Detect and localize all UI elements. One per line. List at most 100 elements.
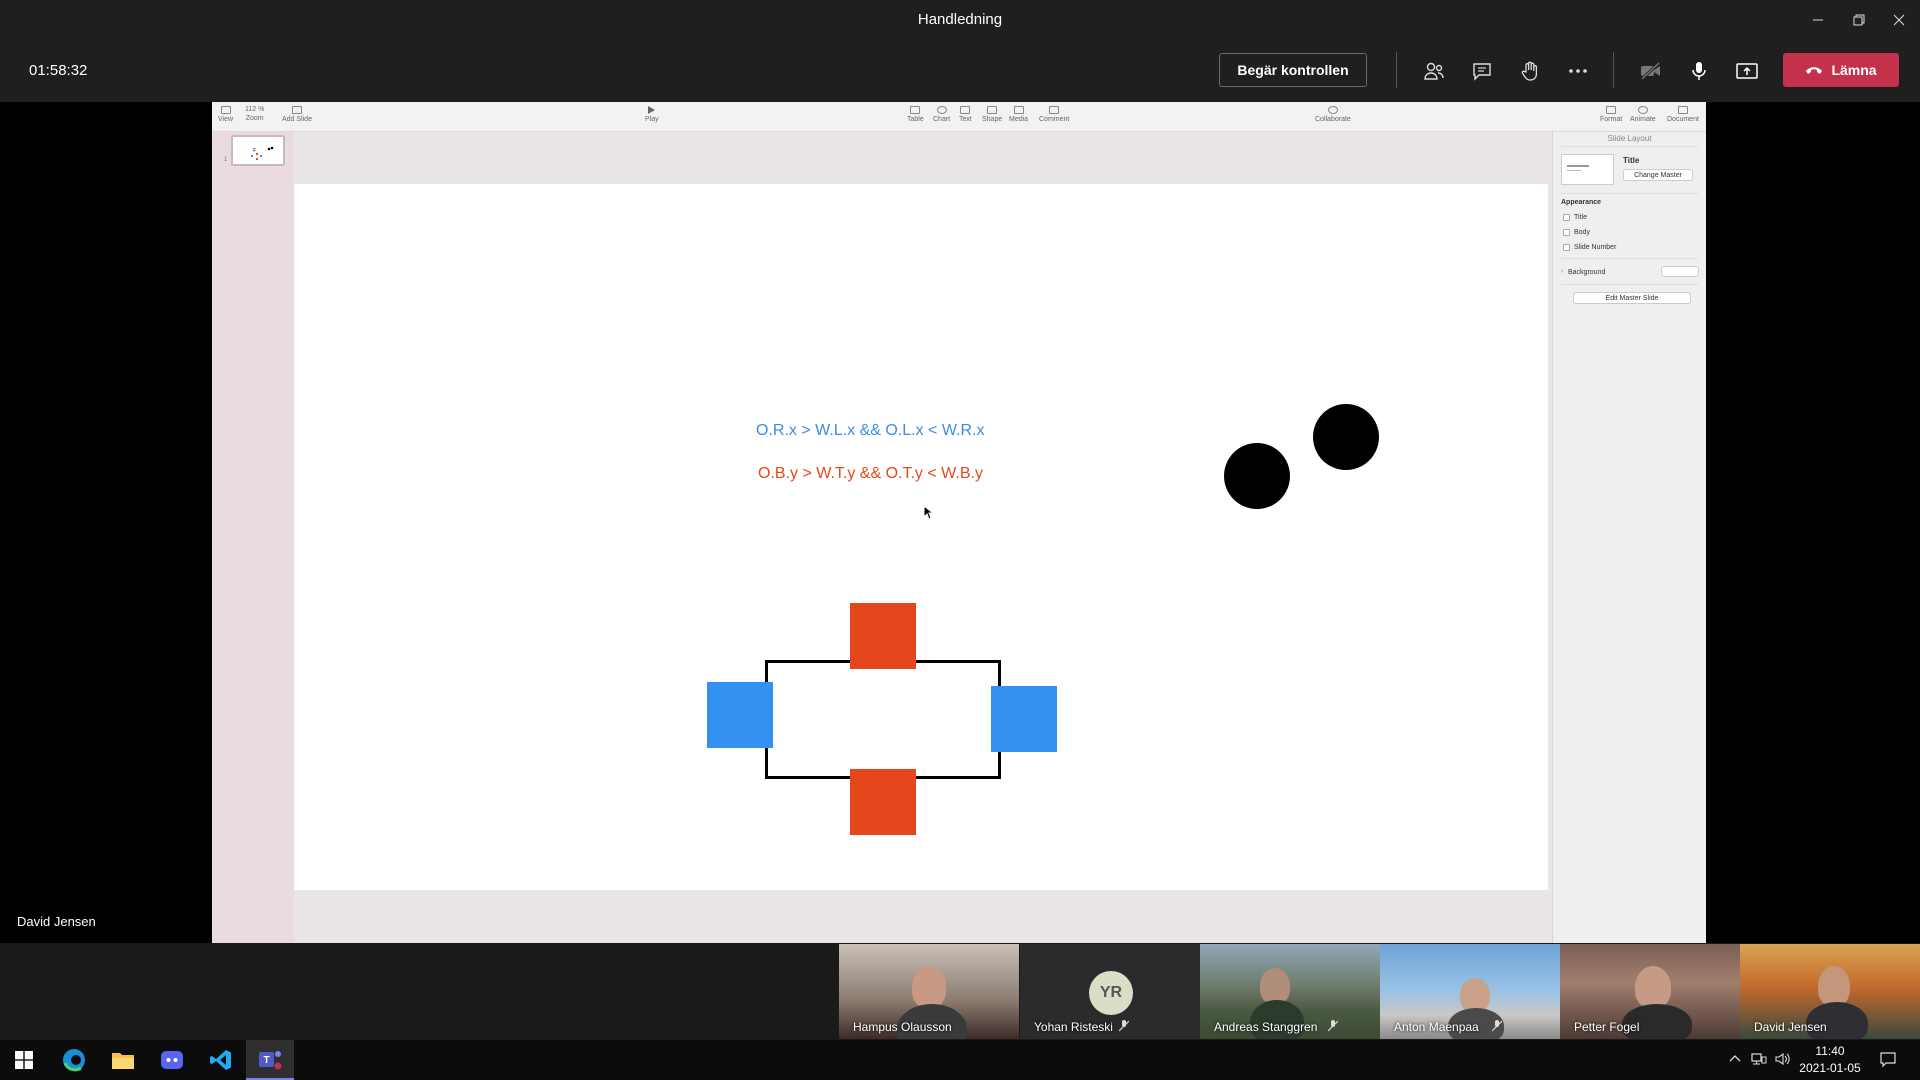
leave-button[interactable]: Lämna — [1783, 53, 1899, 87]
more-icon[interactable] — [1563, 56, 1593, 86]
request-control-button[interactable]: Begär kontrollen — [1219, 53, 1367, 87]
mic-muted-icon — [1328, 1020, 1338, 1032]
left-blue-square[interactable] — [707, 682, 773, 748]
discord-icon[interactable] — [148, 1040, 196, 1080]
participant-name: Andreas Stanggren — [1214, 1020, 1318, 1034]
slide-number-checkbox[interactable] — [1563, 244, 1570, 251]
clock-date: 2021-01-05 — [1799, 1061, 1861, 1075]
table-tool[interactable]: Table — [907, 106, 924, 123]
inspector-divider — [1561, 284, 1698, 285]
view-tool[interactable]: View — [218, 106, 233, 123]
shape-icon — [987, 106, 998, 114]
comment-tool[interactable]: Comment — [1039, 106, 1069, 123]
action-center-icon[interactable] — [1880, 1052, 1896, 1071]
black-circle-right[interactable] — [1313, 404, 1379, 470]
collision-rectangle[interactable] — [765, 660, 1001, 779]
participant-tile[interactable]: Andreas Stanggren — [1200, 944, 1380, 1039]
participant-tile[interactable]: Hampus Olausson — [839, 944, 1019, 1039]
chart-tool[interactable]: Chart — [933, 106, 950, 123]
mouse-cursor-icon — [923, 505, 935, 520]
slide-thumbnail[interactable] — [231, 135, 285, 166]
title-bar: Handledning — [0, 0, 1920, 40]
appearance-label: Appearance — [1561, 199, 1602, 206]
close-icon[interactable] — [1876, 0, 1920, 40]
slide-number: 1 — [224, 157, 228, 163]
background-color-well[interactable] — [1661, 266, 1699, 277]
layout-thumbnail[interactable] — [1561, 154, 1614, 185]
chart-icon — [936, 106, 947, 114]
mic-muted-icon — [1119, 1020, 1129, 1032]
zoom-tool[interactable]: 112 % Zoom — [245, 106, 264, 122]
participant-tile[interactable]: David Jensen — [1740, 944, 1920, 1039]
avatar: YR — [1089, 971, 1133, 1015]
slide-thumbnail-preview — [251, 146, 274, 160]
network-icon[interactable] — [1751, 1052, 1767, 1069]
participant-name: Yohan Risteski — [1034, 1020, 1113, 1034]
document-icon — [1677, 106, 1688, 114]
vscode-icon[interactable] — [197, 1040, 245, 1080]
play-icon — [648, 106, 656, 114]
chat-icon[interactable] — [1467, 56, 1497, 86]
toolbar-divider — [1396, 52, 1397, 88]
meeting-toolbar: 01:58:32 Begär kontrollen Lämna — [0, 40, 1920, 102]
teams-icon[interactable]: T — [246, 1040, 294, 1080]
top-red-square[interactable] — [850, 603, 916, 669]
comment-icon — [1049, 106, 1060, 114]
formula-y-condition[interactable]: O.B.y > W.T.y && O.T.y < W.B.y — [758, 465, 983, 483]
format-tool[interactable]: Format — [1600, 106, 1622, 123]
minimize-icon[interactable] — [1795, 0, 1841, 40]
inspector-divider — [1561, 258, 1698, 259]
slide[interactable]: O.R.x > W.L.x && O.L.x < W.R.x O.B.y > W… — [294, 184, 1548, 890]
media-tool[interactable]: Media — [1009, 106, 1028, 123]
window-title: Handledning — [917, 11, 1003, 28]
microphone-icon[interactable] — [1684, 56, 1714, 86]
camera-off-icon[interactable] — [1636, 56, 1666, 86]
volume-icon[interactable] — [1775, 1052, 1791, 1069]
slide-navigator: 1 — [212, 132, 294, 943]
right-blue-square[interactable] — [991, 686, 1057, 752]
edit-master-slide-button[interactable]: Edit Master Slide — [1573, 292, 1691, 304]
add-slide-tool[interactable]: Add Slide — [282, 106, 312, 123]
format-icon — [1606, 106, 1617, 114]
participant-name: David Jensen — [1754, 1020, 1827, 1034]
participant-name: Petter Fogel — [1574, 1020, 1640, 1034]
view-icon — [220, 106, 231, 114]
collaborate-tool[interactable]: Collaborate — [1315, 106, 1351, 123]
bottom-red-square[interactable] — [850, 769, 916, 835]
participants-icon[interactable] — [1419, 56, 1449, 86]
edge-icon[interactable] — [50, 1040, 98, 1080]
shape-tool[interactable]: Shape — [982, 106, 1002, 123]
body-checkbox[interactable] — [1563, 229, 1570, 236]
participant-tile[interactable]: YR Yohan Risteski — [1020, 944, 1200, 1039]
text-tool[interactable]: Text — [959, 106, 972, 123]
collaborate-icon — [1327, 106, 1338, 114]
file-explorer-icon[interactable] — [99, 1040, 147, 1080]
play-tool[interactable]: Play — [645, 106, 659, 123]
add-slide-icon — [291, 106, 302, 114]
animate-icon — [1637, 106, 1648, 114]
hang-up-icon — [1806, 67, 1823, 74]
raise-hand-icon[interactable] — [1515, 56, 1545, 86]
title-checkbox[interactable] — [1563, 214, 1570, 221]
document-tool[interactable]: Document — [1667, 106, 1699, 123]
windows-start-icon[interactable] — [0, 1040, 48, 1080]
share-screen-icon[interactable] — [1732, 56, 1762, 86]
participant-name: Anton Maenpaa — [1394, 1020, 1479, 1034]
participant-video — [1635, 966, 1671, 1008]
change-master-button[interactable]: Change Master — [1623, 169, 1693, 181]
formula-x-condition[interactable]: O.R.x > W.L.x && O.L.x < W.R.x — [756, 422, 985, 440]
participant-tile[interactable]: Petter Fogel — [1560, 944, 1740, 1039]
participant-video — [912, 966, 946, 1008]
participant-video — [1260, 968, 1290, 1004]
body-option-label: Body — [1574, 229, 1590, 236]
participant-tile[interactable]: Anton Maenpaa — [1380, 944, 1560, 1039]
participant-name: Hampus Olausson — [853, 1020, 952, 1034]
show-hidden-icons-icon[interactable] — [1729, 1052, 1741, 1066]
black-circle-left[interactable] — [1224, 443, 1290, 509]
taskbar-clock[interactable]: 11:40 2021-01-05 — [1790, 1043, 1870, 1077]
table-icon — [910, 106, 921, 114]
animate-tool[interactable]: Animate — [1630, 106, 1656, 123]
disclosure-chevron-icon[interactable]: › — [1561, 268, 1563, 275]
background-label: Background — [1568, 269, 1606, 276]
presenter-name: David Jensen — [17, 914, 96, 929]
